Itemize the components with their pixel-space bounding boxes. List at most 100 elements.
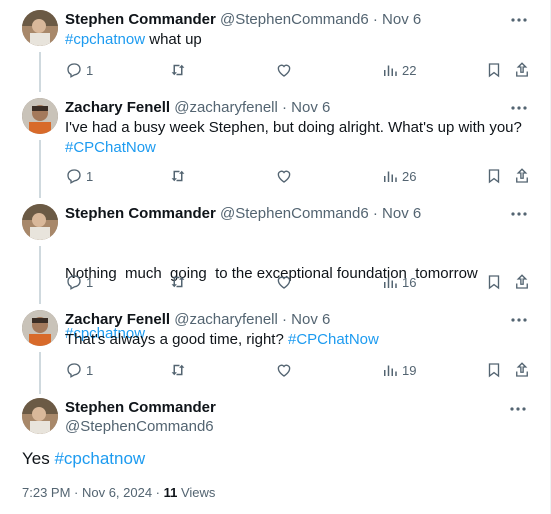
tweet-date[interactable]: Nov 6 xyxy=(382,11,421,28)
tweet-text-content: I've had a busy week Stephen, but doing … xyxy=(65,119,522,136)
author-handle[interactable]: @StephenCommand6 xyxy=(220,205,369,222)
retweet-icon xyxy=(171,364,185,376)
heart-icon xyxy=(277,170,291,183)
views-count: 22 xyxy=(402,62,417,78)
more-icon[interactable] xyxy=(509,12,529,28)
views-button[interactable]: 16 xyxy=(381,272,416,292)
views-button[interactable]: 26 xyxy=(381,166,416,186)
tweet[interactable]: Zachary Fenell @zacharyfenell · Nov 6 Th… xyxy=(0,310,545,388)
tweet-header: Stephen Commander @StephenCommand6 · Nov… xyxy=(65,10,421,30)
author-name[interactable]: Stephen Commander xyxy=(65,11,216,28)
author-name[interactable]: Zachary Fenell xyxy=(65,99,170,116)
hashtag-link[interactable]: #cpchatnow xyxy=(54,449,145,468)
more-icon[interactable] xyxy=(509,206,529,222)
tweet-actions: 1 26 xyxy=(65,166,533,186)
author-handle[interactable]: @StephenCommand6 xyxy=(65,417,214,437)
more-icon[interactable] xyxy=(509,100,529,116)
share-button[interactable] xyxy=(513,60,531,80)
retweet-button[interactable] xyxy=(169,272,187,292)
tweet-actions: 1 22 xyxy=(65,60,533,80)
share-button[interactable] xyxy=(513,272,531,292)
analytics-icon xyxy=(384,365,397,376)
bookmark-icon xyxy=(488,169,500,184)
reply-button[interactable]: 1 xyxy=(65,272,93,292)
tweet-text: That's always a good time, right? #CPCha… xyxy=(65,330,525,350)
author-handle[interactable]: @zacharyfenell xyxy=(174,99,278,116)
share-icon xyxy=(516,362,528,377)
reply-count: 1 xyxy=(86,362,94,378)
bookmark-icon xyxy=(488,63,500,78)
retweet-button[interactable] xyxy=(169,60,187,80)
tweet-timestamp[interactable]: 7:23 PM · Nov 6, 2024 · xyxy=(22,485,164,500)
author-name[interactable]: Stephen Commander xyxy=(65,398,216,418)
tweet-header: Stephen Commander @StephenCommand6 · Nov… xyxy=(65,204,421,224)
tweet-date[interactable]: Nov 6 xyxy=(291,311,330,328)
like-button[interactable] xyxy=(275,272,293,292)
author-handle[interactable]: @StephenCommand6 xyxy=(220,11,369,28)
author-name[interactable]: Zachary Fenell xyxy=(65,311,170,328)
share-button[interactable] xyxy=(513,166,531,186)
reply-count: 1 xyxy=(86,274,94,290)
tweet[interactable]: Zachary Fenell @zacharyfenell · Nov 6 I'… xyxy=(0,98,545,194)
like-button[interactable] xyxy=(275,60,293,80)
views-count: 11 xyxy=(163,485,178,500)
avatar[interactable] xyxy=(22,398,58,434)
retweet-icon xyxy=(171,170,185,182)
heart-icon xyxy=(277,276,291,289)
tweet-actions: 1 19 xyxy=(65,360,533,380)
tweet-header: Zachary Fenell @zacharyfenell · Nov 6 xyxy=(65,98,330,118)
views-button[interactable]: 22 xyxy=(381,60,416,80)
like-button[interactable] xyxy=(275,360,293,380)
views-label: Views xyxy=(177,485,216,500)
tweet-date[interactable]: Nov 6 xyxy=(382,205,421,222)
retweet-icon xyxy=(171,276,185,288)
views-count: 26 xyxy=(402,168,417,184)
tweet[interactable]: Stephen Commander @StephenCommand6 · Nov… xyxy=(0,10,545,88)
tweet-text: #cpchatnow what up xyxy=(65,30,525,50)
reply-count: 1 xyxy=(86,168,94,184)
separator: · xyxy=(282,311,287,328)
bookmark-icon xyxy=(488,363,500,378)
tweet-metadata: 7:23 PM · Nov 6, 2024 · 11 Views xyxy=(22,484,215,502)
tweet-text-content: Yes xyxy=(22,449,55,468)
bookmark-button[interactable] xyxy=(485,360,503,380)
tweet-text-content: That's always a good time, right? xyxy=(65,331,288,348)
reply-button[interactable]: 1 xyxy=(65,60,93,80)
more-icon[interactable] xyxy=(509,312,529,328)
hashtag-link[interactable]: #cpchatnow xyxy=(65,31,145,48)
analytics-icon xyxy=(384,65,397,76)
avatar[interactable] xyxy=(22,98,58,134)
retweet-button[interactable] xyxy=(169,360,187,380)
avatar[interactable] xyxy=(22,204,58,240)
tweet-header: Zachary Fenell @zacharyfenell · Nov 6 xyxy=(65,310,330,330)
reply-icon xyxy=(67,275,81,290)
reply-icon xyxy=(67,63,81,78)
analytics-icon xyxy=(384,277,397,288)
tweet[interactable]: Stephen Commander @StephenCommand6 · Nov… xyxy=(0,204,545,342)
main-tweet-text: Yes #cpchatnow xyxy=(22,447,145,471)
share-icon xyxy=(516,274,528,289)
bookmark-icon xyxy=(488,275,500,290)
author-name[interactable]: Stephen Commander xyxy=(65,205,216,222)
hashtag-link[interactable]: #CPChatNow xyxy=(65,139,156,156)
tweet-text-content: what up xyxy=(145,31,202,48)
reply-button[interactable]: 1 xyxy=(65,166,93,186)
like-button[interactable] xyxy=(275,166,293,186)
share-button[interactable] xyxy=(513,360,531,380)
hashtag-link[interactable]: #CPChatNow xyxy=(288,331,379,348)
avatar[interactable] xyxy=(22,310,58,346)
views-button[interactable]: 19 xyxy=(381,360,416,380)
bookmark-button[interactable] xyxy=(485,272,503,292)
bookmark-button[interactable] xyxy=(485,60,503,80)
reply-button[interactable]: 1 xyxy=(65,360,93,380)
avatar[interactable] xyxy=(22,10,58,46)
share-icon xyxy=(516,168,528,183)
reply-icon xyxy=(67,169,81,184)
bookmark-button[interactable] xyxy=(485,166,503,186)
more-icon[interactable] xyxy=(508,401,528,417)
separator: · xyxy=(282,99,287,116)
retweet-icon xyxy=(171,64,185,76)
author-handle[interactable]: @zacharyfenell xyxy=(174,311,278,328)
retweet-button[interactable] xyxy=(169,166,187,186)
tweet-date[interactable]: Nov 6 xyxy=(291,99,330,116)
